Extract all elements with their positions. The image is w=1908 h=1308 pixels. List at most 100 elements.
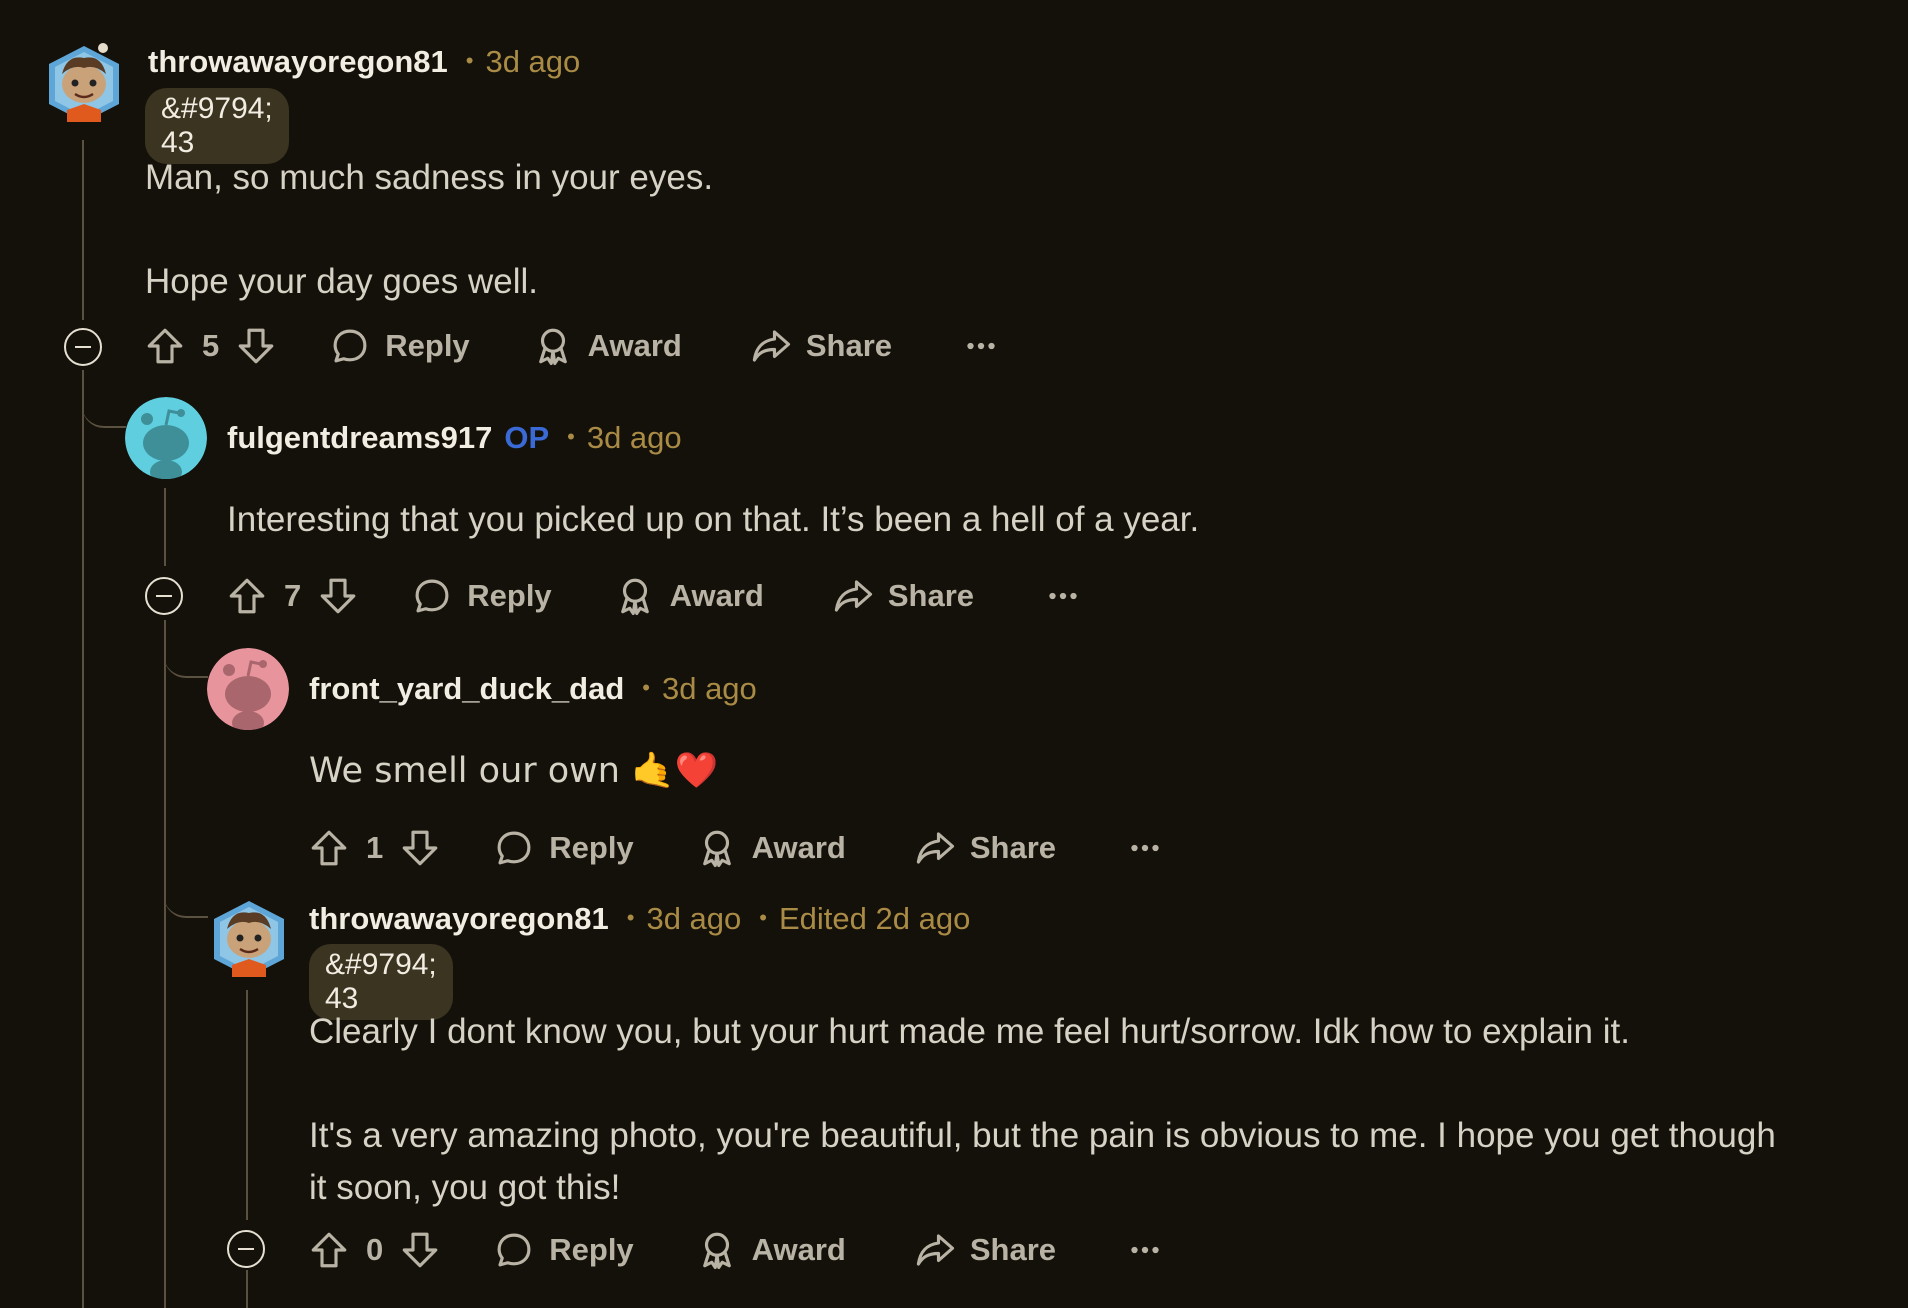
comment-thread: throwawayoregon81 • 3d ago &#9794; 43 Ma… (0, 0, 1908, 1308)
upvote-button[interactable] (226, 575, 268, 617)
comment-body: Clearly I dont know you, but your hurt m… (309, 1012, 1776, 1207)
vote-count: 0 (366, 1232, 384, 1267)
more-options-button[interactable] (1124, 1229, 1166, 1271)
separator-dot: • (465, 48, 474, 73)
downvote-icon (235, 325, 277, 367)
comment-actions: 0 Reply Award Share (308, 1222, 1166, 1278)
upvote-icon (308, 1229, 350, 1271)
upvote-button[interactable] (308, 827, 350, 869)
thread-connector (82, 370, 126, 428)
comment-body: Man, so much sadness in your eyes. Hope … (145, 158, 714, 301)
more-horizontal-icon (1124, 827, 1166, 869)
collapse-minus-icon[interactable] (227, 1230, 265, 1268)
upvote-icon (144, 325, 186, 367)
award-button[interactable]: Award (696, 827, 846, 869)
separator-dot: • (759, 905, 767, 930)
reply-button[interactable]: Reply (493, 827, 634, 869)
collapse-minus-icon[interactable] (64, 328, 102, 366)
comment-body: We smell our own 🤙❤️ (309, 751, 719, 791)
more-options-button[interactable] (1042, 575, 1084, 617)
separator-dot: • (626, 905, 635, 930)
reply-label: Reply (549, 1232, 634, 1267)
username[interactable]: fulgentdreams917 (227, 420, 492, 456)
award-label: Award (587, 328, 682, 363)
award-button[interactable]: Award (532, 325, 682, 367)
downvote-icon (399, 1229, 441, 1271)
snoo-avatar-icon (214, 901, 284, 977)
share-label: Share (969, 830, 1057, 865)
upvote-icon (308, 827, 350, 869)
collapse-minus-icon[interactable] (145, 577, 183, 615)
award-label: Award (751, 830, 846, 865)
upvote-button[interactable] (308, 1229, 350, 1271)
share-button[interactable]: Share (914, 1229, 1056, 1271)
award-button[interactable]: Award (696, 1229, 846, 1271)
share-label: Share (969, 1232, 1057, 1267)
thread-line (246, 1270, 248, 1308)
separator-dot: • (567, 424, 575, 449)
avatar[interactable] (210, 895, 288, 981)
downvote-button[interactable] (235, 325, 277, 367)
thread-line (164, 620, 166, 1308)
share-button[interactable]: Share (750, 325, 892, 367)
comment-bubble-icon (411, 575, 453, 617)
thread-line (246, 990, 248, 1220)
reply-button[interactable]: Reply (329, 325, 470, 367)
award-icon (532, 325, 574, 367)
share-label: Share (887, 578, 975, 613)
reply-label: Reply (385, 328, 470, 363)
avatar[interactable] (45, 40, 123, 126)
reply-button[interactable]: Reply (411, 575, 552, 617)
comment-bubble-icon (329, 325, 371, 367)
op-badge: OP (504, 420, 550, 455)
award-icon (696, 1229, 738, 1271)
award-label: Award (751, 1232, 846, 1267)
snoo-avatar-icon (49, 43, 119, 122)
timestamp[interactable]: 3d ago (662, 671, 757, 707)
downvote-icon (399, 827, 441, 869)
more-horizontal-icon (1042, 575, 1084, 617)
thread-line (164, 488, 166, 566)
downvote-button[interactable] (317, 575, 359, 617)
share-icon (832, 575, 874, 617)
share-button[interactable]: Share (914, 827, 1056, 869)
username[interactable]: front_yard_duck_dad (309, 671, 624, 707)
upvote-button[interactable] (144, 325, 186, 367)
timestamp[interactable]: 3d ago (485, 44, 580, 80)
more-horizontal-icon (1124, 1229, 1166, 1271)
comment-bubble-icon (493, 1229, 535, 1271)
share-icon (750, 325, 792, 367)
username[interactable]: throwawayoregon81 (148, 44, 448, 80)
downvote-icon (317, 575, 359, 617)
thread-connector (164, 620, 208, 678)
downvote-button[interactable] (399, 1229, 441, 1271)
username[interactable]: throwawayoregon81 (309, 901, 609, 937)
snoo-avatar-icon (207, 648, 289, 730)
comment-bubble-icon (493, 827, 535, 869)
timestamp[interactable]: 3d ago (646, 901, 741, 937)
award-icon (614, 575, 656, 617)
vote-count: 1 (366, 830, 384, 865)
more-options-button[interactable] (960, 325, 1002, 367)
reply-label: Reply (549, 830, 634, 865)
downvote-button[interactable] (399, 827, 441, 869)
vote-count: 5 (202, 328, 220, 363)
reply-button[interactable]: Reply (493, 1229, 634, 1271)
timestamp[interactable]: 3d ago (587, 420, 682, 456)
more-options-button[interactable] (1124, 827, 1166, 869)
award-button[interactable]: Award (614, 575, 764, 617)
award-icon (696, 827, 738, 869)
share-button[interactable]: Share (832, 575, 974, 617)
share-label: Share (805, 328, 893, 363)
reply-label: Reply (467, 578, 552, 613)
share-icon (914, 827, 956, 869)
thread-connector (164, 860, 208, 918)
comment-actions: 1 Reply Award Share (308, 820, 1166, 876)
comment-actions: 7 Reply Award Share (226, 568, 1084, 624)
thread-line (82, 370, 84, 1308)
thread-line (82, 140, 84, 320)
separator-dot: • (642, 675, 650, 700)
snoo-avatar-icon (125, 397, 207, 479)
avatar[interactable] (207, 648, 289, 730)
avatar[interactable] (125, 397, 207, 479)
